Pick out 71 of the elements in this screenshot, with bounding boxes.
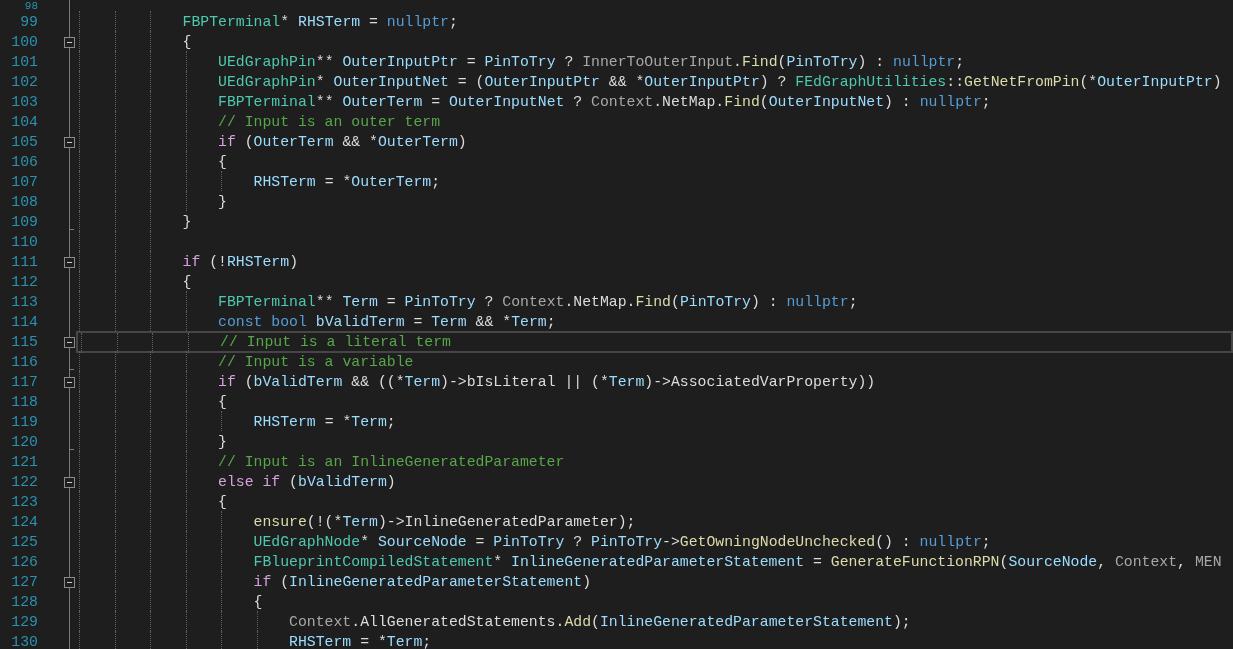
line-number: 126 <box>10 553 38 572</box>
line-number: 103 <box>10 93 38 112</box>
line-number: 99 <box>19 13 38 32</box>
line-number: 113 <box>10 293 38 312</box>
line-number: 119 <box>10 413 38 432</box>
code-line: // Input is an outer term <box>218 113 441 132</box>
line-number: 101 <box>10 53 38 72</box>
line-number: 100 <box>10 33 38 52</box>
code-line: RHSTerm = *Term; <box>289 633 432 649</box>
code-line: } <box>218 193 227 212</box>
line-number: 104 <box>10 113 38 132</box>
code-line: RHSTerm = *Term; <box>253 413 396 432</box>
code-line: // Input is a variable <box>218 353 414 372</box>
code-line: { <box>182 33 192 52</box>
code-line: { <box>218 493 227 512</box>
code-line: { <box>253 593 263 612</box>
line-number: 121 <box>10 453 38 472</box>
line-number: 123 <box>10 493 38 512</box>
code-line: UEdGraphNode* SourceNode = PinToTry ? PinToTry->GetOwningNodeUnchecked() : nullptr; <box>253 533 991 552</box>
code-line: // Input is a literal term <box>220 334 451 351</box>
line-number: 115 <box>10 333 38 352</box>
line-number: 98 <box>23 0 38 12</box>
line-number: 111 <box>10 253 38 272</box>
code-line: if (bValidTerm && ((*Term)->bIsLiteral || (*Term)->AssociatedVarProperty)) <box>218 373 876 392</box>
line-number: 129 <box>10 613 38 632</box>
code-line: const bool bValidTerm = Term && *Term; <box>218 313 556 332</box>
collapse-icon[interactable] <box>64 337 75 348</box>
code-line: FBPTerminal** OuterTerm = OuterInputNet ? Context.NetMap.Find(OuterInputNet) : nullptr; <box>218 93 991 112</box>
code-line: if (!RHSTerm) <box>182 253 298 272</box>
code-line: FBPTerminal* RHSTerm = nullptr; <box>182 13 458 32</box>
code-line: if (InlineGeneratedParameterStatement) <box>253 573 592 592</box>
code-line: { <box>218 153 227 172</box>
line-number: 116 <box>10 353 38 372</box>
code-line: UEdGraphPin** OuterInputPtr = PinToTry ? InnerToOuterInput.Find(PinToTry) : nullptr; <box>218 53 965 72</box>
line-number: 122 <box>10 473 38 492</box>
line-number: 110 <box>10 233 38 252</box>
code-line: } <box>218 433 227 452</box>
collapse-icon[interactable] <box>64 377 75 388</box>
code-line: else if (bValidTerm) <box>218 473 396 492</box>
line-number: 130 <box>10 633 38 649</box>
collapse-icon[interactable] <box>64 257 75 268</box>
line-number: 107 <box>10 173 38 192</box>
code-line: { <box>218 393 227 412</box>
line-number: 125 <box>10 533 38 552</box>
code-line: FBlueprintCompiledStatement* InlineGeneratedParameterStatement = GenerateFunctionRPN(SourceNode, Context, MEN <box>253 553 1222 572</box>
code-line: FBPTerminal** Term = PinToTry ? Context.NetMap.Find(PinToTry) : nullptr; <box>218 293 858 312</box>
collapse-icon[interactable] <box>64 137 75 148</box>
code-line: ensure(!(*Term)->InlineGeneratedParameter); <box>253 513 636 532</box>
code-line: Context.AllGeneratedStatements.Add(InlineGeneratedParameterStatement); <box>289 613 911 632</box>
line-number: 127 <box>10 573 38 592</box>
line-number: 105 <box>10 133 38 152</box>
code-line: // Input is an InlineGeneratedParameter <box>218 453 565 472</box>
line-number: 109 <box>10 213 38 232</box>
collapse-icon[interactable] <box>64 37 75 48</box>
line-number: 117 <box>10 373 38 392</box>
collapse-icon[interactable] <box>64 577 75 588</box>
line-number: 120 <box>10 433 38 452</box>
line-number: 106 <box>10 153 38 172</box>
code-line: RHSTerm = *OuterTerm; <box>253 173 441 192</box>
line-number: 124 <box>10 513 38 532</box>
line-number: 128 <box>10 593 38 612</box>
line-number: 108 <box>10 193 38 212</box>
code-line: { <box>182 273 192 292</box>
code-line: if (OuterTerm && *OuterTerm) <box>218 133 467 152</box>
collapse-icon[interactable] <box>64 477 75 488</box>
line-number: 112 <box>10 273 38 292</box>
code-line: UEdGraphPin* OuterInputNet = (OuterInputPtr && *OuterInputPtr) ? FEdGraphUtilities::GetNetFromPin(*OuterInputPtr) <box>218 73 1222 92</box>
line-number: 118 <box>10 393 38 412</box>
line-number: 102 <box>10 73 38 92</box>
line-number: 114 <box>10 313 38 332</box>
code-line: } <box>182 213 192 232</box>
